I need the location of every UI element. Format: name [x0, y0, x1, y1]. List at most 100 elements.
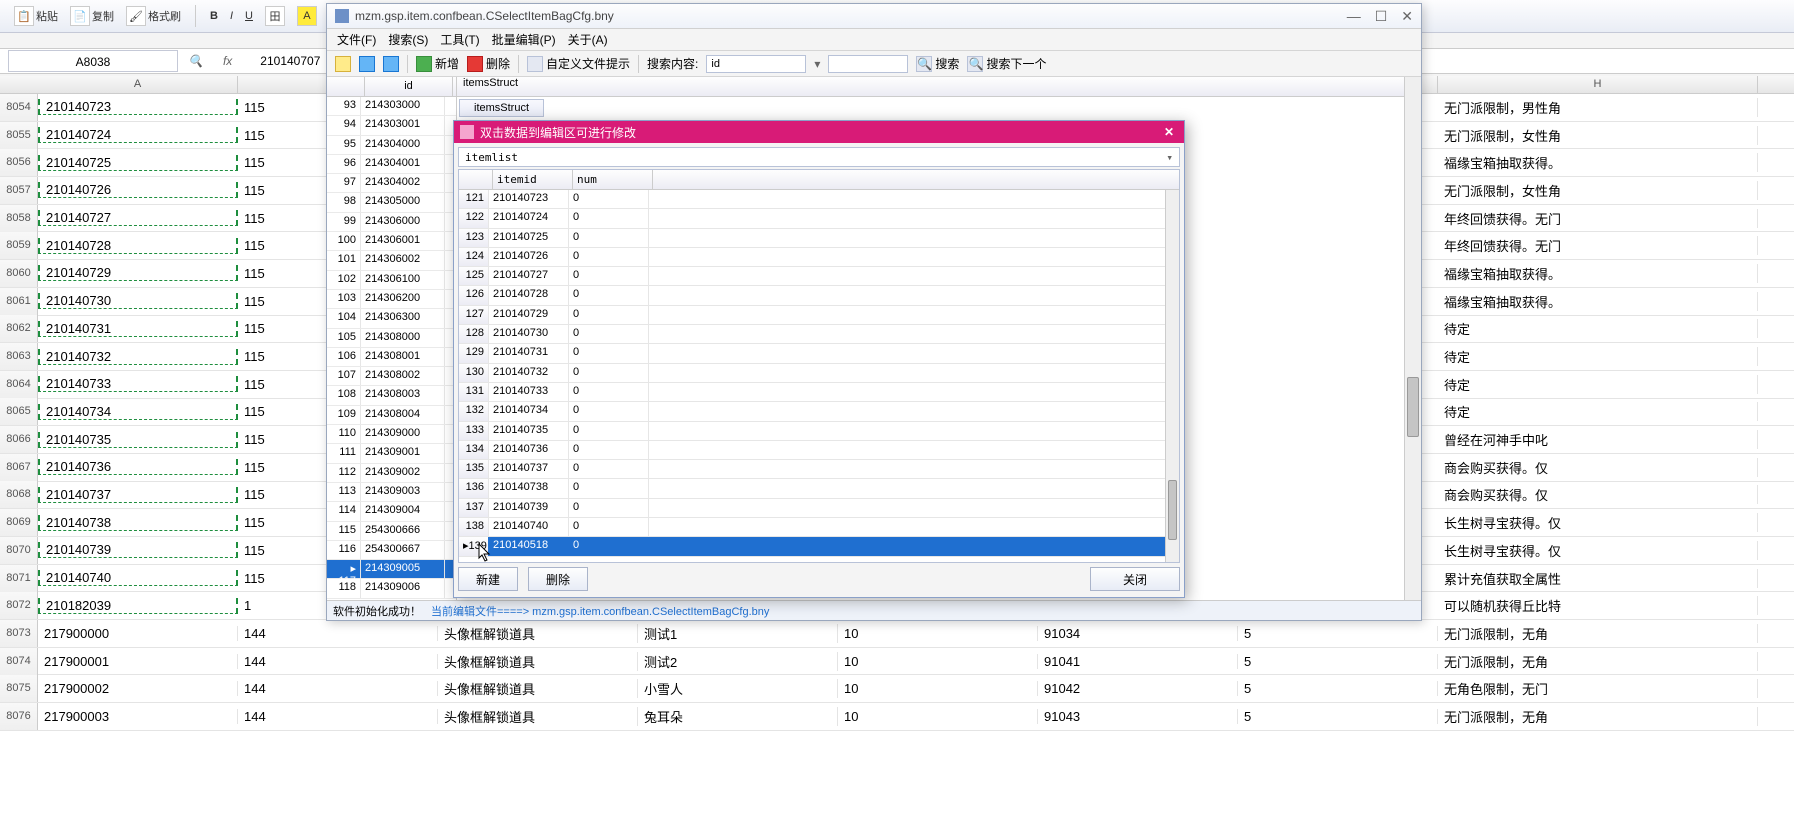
cell-H[interactable]: 无门派限制，女性角 [1438, 126, 1758, 145]
items-struct-button[interactable]: itemsStruct [459, 99, 544, 117]
cell-A[interactable]: 210140739 [38, 542, 238, 558]
row-number[interactable]: 8069 [0, 509, 38, 536]
cell-A[interactable]: 210140727 [38, 210, 238, 226]
dialog-row[interactable]: 1302101407320 [459, 364, 1165, 383]
dropdown-icon[interactable]: ▾ [814, 57, 820, 71]
dialog-row[interactable]: 1292101407310 [459, 344, 1165, 363]
row-number[interactable]: 8059 [0, 232, 38, 259]
editor-left-row[interactable]: 106214308001 [327, 348, 456, 367]
row-number[interactable]: 8074 [0, 648, 38, 675]
bold-button[interactable]: B [206, 8, 222, 24]
cell-A[interactable]: 210140736 [38, 459, 238, 475]
cell-H[interactable]: 长生树寻宝获得。仅 [1438, 513, 1758, 532]
cell-D[interactable]: 测试2 [638, 652, 838, 671]
dialog-select[interactable]: itemlist ▾ [458, 147, 1180, 167]
editor-left-row[interactable]: 94214303001 [327, 116, 456, 135]
row-number[interactable]: 8056 [0, 149, 38, 176]
dialog-row[interactable]: 1242101407260 [459, 248, 1165, 267]
cell-G[interactable]: 5 [1238, 626, 1438, 641]
border-button[interactable]: 田 [261, 4, 289, 28]
cell-A[interactable]: 210140738 [38, 515, 238, 531]
search-field-input[interactable] [706, 55, 806, 73]
cell-H[interactable]: 曾经在河神手中叱 [1438, 430, 1758, 449]
menu-file[interactable]: 文件(F) [337, 31, 376, 48]
dialog-new-button[interactable]: 新建 [458, 567, 518, 591]
cell-A[interactable]: 210140726 [38, 182, 238, 198]
search-value-input[interactable] [828, 55, 908, 73]
dialog-row[interactable]: 1212101407230 [459, 190, 1165, 209]
fill-button[interactable]: A [293, 4, 321, 28]
cell-E[interactable]: 10 [838, 626, 1038, 641]
cell-C[interactable]: 头像框解锁道具 [438, 624, 638, 643]
row-number[interactable]: 8064 [0, 371, 38, 398]
dialog-titlebar[interactable]: 双击数据到编辑区可进行修改 ✕ [454, 121, 1184, 143]
dialog-delete-button[interactable]: 删除 [528, 567, 588, 591]
dialog-row[interactable]: ▸1392101405180 [459, 537, 1165, 556]
cell-D[interactable]: 小雪人 [638, 679, 838, 698]
dialog-row[interactable]: 1312101407330 [459, 383, 1165, 402]
dialog-row[interactable]: 1282101407300 [459, 325, 1165, 344]
cell-B[interactable]: 144 [238, 626, 438, 641]
underline-button[interactable]: U [241, 8, 257, 24]
dialog-grid-body[interactable]: 1212101407230122210140724012321014072501… [459, 190, 1165, 562]
format-painter-button[interactable]: 🖌 格式刷 [122, 4, 185, 28]
row-number[interactable]: 8073 [0, 620, 38, 647]
editor-left-row[interactable]: 109214308004 [327, 406, 456, 425]
close-button[interactable]: ✕ [1401, 8, 1413, 25]
row-number[interactable]: 8075 [0, 675, 38, 702]
editor-left-row[interactable]: 101214306002 [327, 251, 456, 270]
cell-A[interactable]: 210140740 [38, 570, 238, 586]
formula-value[interactable]: 210140707 [242, 54, 320, 68]
cell-F[interactable]: 91034 [1038, 626, 1238, 641]
delete-button[interactable]: 删除 [467, 55, 510, 72]
menu-about[interactable]: 关于(A) [568, 31, 608, 48]
row-number[interactable]: 8061 [0, 288, 38, 315]
cell-H[interactable]: 待定 [1438, 319, 1758, 338]
copy-button[interactable]: 📄 复制 [66, 4, 118, 28]
editor-left-row[interactable]: 96214304001 [327, 155, 456, 174]
cell-H[interactable]: 无门派限制，无角 [1438, 707, 1758, 726]
cell-H[interactable]: 无门派限制，无角 [1438, 624, 1758, 643]
maximize-button[interactable]: ☐ [1375, 8, 1388, 25]
cell-A[interactable]: 217900003 [38, 709, 238, 724]
editor-left-row[interactable]: 110214309000 [327, 425, 456, 444]
cell-A[interactable]: 217900001 [38, 654, 238, 669]
cell-A[interactable]: 210140732 [38, 349, 238, 365]
cell-G[interactable]: 5 [1238, 681, 1438, 696]
cell-H[interactable]: 无门派限制，无角 [1438, 652, 1758, 671]
cell-B[interactable]: 144 [238, 681, 438, 696]
cell-A[interactable]: 210140737 [38, 487, 238, 503]
menu-tools[interactable]: 工具(T) [440, 31, 479, 48]
cell-E[interactable]: 10 [838, 654, 1038, 669]
open-button[interactable] [335, 56, 351, 72]
editor-left-row[interactable]: 102214306100 [327, 271, 456, 290]
italic-button[interactable]: I [226, 8, 237, 24]
row-number[interactable]: 8071 [0, 565, 38, 592]
cell-B[interactable]: 144 [238, 654, 438, 669]
editor-left-row[interactable]: 113214309003 [327, 483, 456, 502]
cell-H[interactable]: 福缘宝箱抽取获得。 [1438, 153, 1758, 172]
cell-H[interactable]: 待定 [1438, 375, 1758, 394]
cell-B[interactable]: 144 [238, 709, 438, 724]
editor-left-row[interactable]: 115254300666 [327, 522, 456, 541]
dialog-row[interactable]: 1322101407340 [459, 402, 1165, 421]
editor-left-row[interactable]: 103214306200 [327, 290, 456, 309]
sheet-row[interactable]: 8075217900002144头像框解锁道具小雪人10910425无角色限制，… [0, 675, 1794, 703]
cell-A[interactable]: 210140735 [38, 432, 238, 448]
cell-D[interactable]: 兔耳朵 [638, 707, 838, 726]
editor-left-row[interactable]: 100214306001 [327, 232, 456, 251]
dialog-row[interactable]: 1372101407390 [459, 499, 1165, 518]
dialog-row[interactable]: 1332101407350 [459, 422, 1165, 441]
row-number[interactable]: 8070 [0, 537, 38, 564]
minimize-button[interactable]: — [1347, 8, 1361, 25]
cell-A[interactable]: 210140724 [38, 127, 238, 143]
row-number[interactable]: 8068 [0, 481, 38, 508]
editor-left-row[interactable]: 95214304000 [327, 136, 456, 155]
editor-left-row[interactable]: 111214309001 [327, 444, 456, 463]
sheet-row[interactable]: 8074217900001144头像框解锁道具测试210910415无门派限制，… [0, 648, 1794, 676]
editor-left-row[interactable]: 112214309002 [327, 464, 456, 483]
editor-left-row[interactable]: 104214306300 [327, 309, 456, 328]
cell-A[interactable]: 217900002 [38, 681, 238, 696]
cell-E[interactable]: 10 [838, 709, 1038, 724]
cell-A[interactable]: 210182039 [38, 598, 238, 614]
